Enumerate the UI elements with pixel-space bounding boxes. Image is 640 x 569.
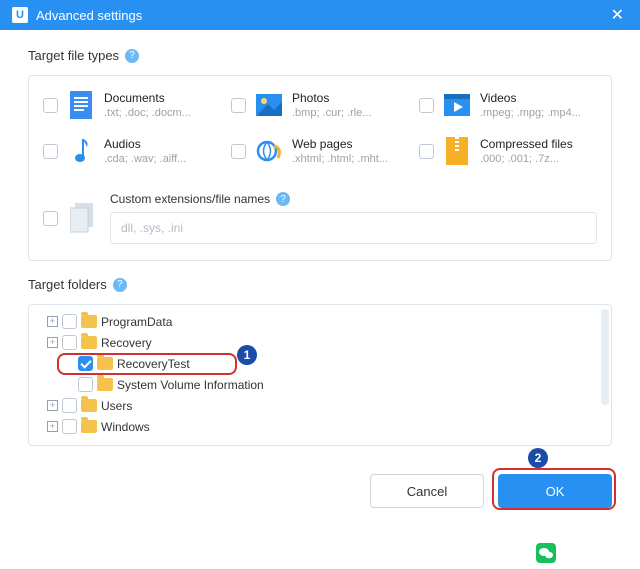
checkbox[interactable] [43,98,58,113]
expand-icon[interactable]: + [47,421,58,432]
app-icon: U [12,7,28,23]
tree-row-programdata[interactable]: + ProgramData [39,311,601,332]
folders-panel: + ProgramData + Recovery RecoveryTest [28,304,612,446]
type-title: Photos [292,91,371,105]
expand-icon[interactable]: + [47,337,58,348]
cancel-button[interactable]: Cancel [370,474,484,508]
type-title: Compressed files [480,137,573,151]
folder-icon [81,336,97,349]
folder-label: ProgramData [101,315,172,329]
type-extensions: .xhtml; .html; .mht... [292,153,388,165]
watermark: 傻大个黑科技 [536,543,632,563]
tree-row-svi[interactable]: System Volume Information [39,374,601,395]
checkbox[interactable] [62,398,77,413]
window-title: Advanced settings [36,8,142,23]
type-compressed[interactable]: Compressed files .000; .001; .7z... [419,136,597,166]
help-icon[interactable]: ? [125,49,139,63]
type-title: Videos [480,91,581,105]
tree-row-recovery[interactable]: + Recovery [39,332,601,353]
annotation-badge-2: 2 [528,448,548,468]
photo-icon [256,90,282,120]
checkbox[interactable] [231,98,246,113]
checkbox[interactable] [43,211,58,226]
checkbox[interactable] [62,335,77,350]
folder-icon [81,315,97,328]
scrollbar[interactable] [601,309,609,405]
type-webpages[interactable]: Web pages .xhtml; .html; .mht... [231,136,409,166]
custom-extensions-row: Custom extensions/file names ? [43,186,597,244]
video-icon [444,90,470,120]
target-file-types-label: Target file types ? [28,48,612,63]
archive-icon [444,136,470,166]
type-title: Audios [104,137,186,151]
target-folders-label: Target folders ? [28,277,612,292]
annotation-ring-2 [492,468,616,510]
expand-placeholder [63,379,74,390]
type-extensions: .cda; .wav; .aiff... [104,153,186,165]
tree-row-users[interactable]: + Users [39,395,601,416]
checkbox[interactable] [419,98,434,113]
type-title: Documents [104,91,191,105]
wechat-icon [536,543,556,563]
document-icon [68,90,94,120]
type-title: Web pages [292,137,388,151]
expand-icon[interactable]: + [47,316,58,327]
custom-extensions-input[interactable] [110,212,597,244]
folder-icon [81,399,97,412]
checkbox[interactable] [419,144,434,159]
folder-label: Users [101,399,132,413]
type-extensions: .bmp; .cur; .rle... [292,107,371,119]
type-photos[interactable]: Photos .bmp; .cur; .rle... [231,90,409,120]
type-extensions: .mpeg; .mpg; .mp4... [480,107,581,119]
tree-row-windows[interactable]: + Windows [39,416,601,437]
checkbox[interactable] [62,314,77,329]
folder-label: System Volume Information [117,378,264,392]
custom-file-icon [70,203,98,233]
folder-label: Windows [101,420,150,434]
type-documents[interactable]: Documents .txt; .doc; .docm... [43,90,221,120]
file-types-panel: Documents .txt; .doc; .docm... Photos .b… [28,75,612,261]
type-extensions: .txt; .doc; .docm... [104,107,191,119]
type-audios[interactable]: Audios .cda; .wav; .aiff... [43,136,221,166]
annotation-ring-1 [57,353,237,375]
checkbox[interactable] [231,144,246,159]
help-icon[interactable]: ? [276,192,290,206]
custom-extensions-label: Custom extensions/file names ? [110,192,597,206]
expand-icon[interactable]: + [47,400,58,411]
annotation-badge-1: 1 [237,345,257,365]
checkbox[interactable] [62,419,77,434]
folder-label: Recovery [101,336,152,350]
folder-icon [97,378,113,391]
checkbox[interactable] [78,377,93,392]
webpage-icon [256,136,282,166]
checkbox[interactable] [43,144,58,159]
help-icon[interactable]: ? [113,278,127,292]
type-extensions: .000; .001; .7z... [480,153,573,165]
close-icon[interactable]: ✕ [607,5,628,25]
audio-icon [68,136,94,166]
type-videos[interactable]: Videos .mpeg; .mpg; .mp4... [419,90,597,120]
folder-icon [81,420,97,433]
title-bar: U Advanced settings ✕ [0,0,640,30]
dialog-buttons: Cancel OK 2 [0,460,640,508]
